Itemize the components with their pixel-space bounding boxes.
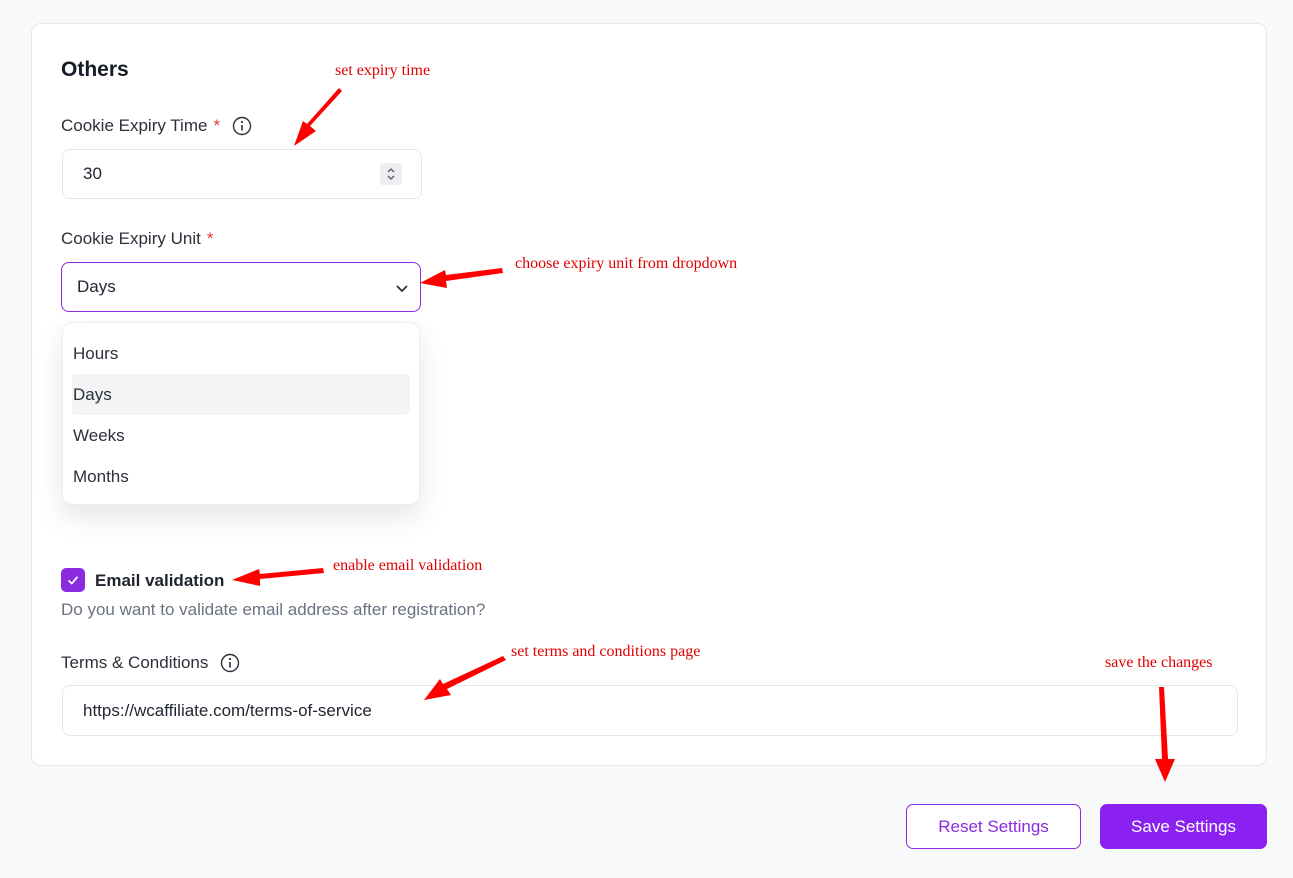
cookie-expiry-unit-label: Cookie Expiry Unit * <box>61 229 213 249</box>
dropdown-option-hours[interactable]: Hours <box>72 333 410 374</box>
cookie-expiry-time-label-text: Cookie Expiry Time <box>61 116 208 135</box>
annotation-save: save the changes <box>1105 654 1213 671</box>
cookie-expiry-time-label: Cookie Expiry Time * <box>61 116 252 136</box>
dropdown-option-months[interactable]: Months <box>72 456 410 497</box>
cookie-expiry-time-input[interactable]: 30 <box>62 149 422 199</box>
terms-url-input[interactable]: https://wcaffiliate.com/terms-of-service <box>62 685 1238 736</box>
annotation-expiry-unit: choose expiry unit from dropdown <box>515 255 738 272</box>
required-mark: * <box>213 116 221 135</box>
cookie-expiry-unit-select[interactable]: Days <box>61 262 421 312</box>
email-validation-checkbox[interactable] <box>61 568 85 592</box>
reset-settings-button[interactable]: Reset Settings <box>906 804 1081 849</box>
required-mark: * <box>206 229 214 248</box>
cookie-expiry-unit-label-text: Cookie Expiry Unit <box>61 229 201 248</box>
dropdown-option-weeks[interactable]: Weeks <box>72 415 410 456</box>
annotation-email-validation: enable email validation <box>333 557 483 574</box>
annotation-terms: set terms and conditions page <box>511 643 701 660</box>
email-validation-helper: Do you want to validate email address af… <box>61 600 486 619</box>
terms-url-value: https://wcaffiliate.com/terms-of-service <box>83 700 372 720</box>
section-title: Others <box>61 58 129 81</box>
select-value: Days <box>77 277 116 296</box>
info-icon[interactable] <box>232 116 252 136</box>
unit-dropdown-menu: Hours Days Weeks Months <box>62 322 420 505</box>
chevron-down-icon <box>396 285 408 293</box>
terms-label-text: Terms & Conditions <box>61 653 209 672</box>
save-settings-button[interactable]: Save Settings <box>1100 804 1267 849</box>
info-icon[interactable] <box>220 653 240 673</box>
dropdown-option-days[interactable]: Days <box>72 374 410 415</box>
checkmark-icon <box>67 576 79 585</box>
annotation-expiry-time: set expiry time <box>335 62 431 79</box>
cookie-expiry-time-value: 30 <box>83 164 102 183</box>
email-validation-label[interactable]: Email validation <box>95 571 224 591</box>
number-stepper[interactable] <box>380 163 402 185</box>
terms-label: Terms & Conditions <box>61 653 240 673</box>
stepper-arrows-icon <box>387 168 395 180</box>
